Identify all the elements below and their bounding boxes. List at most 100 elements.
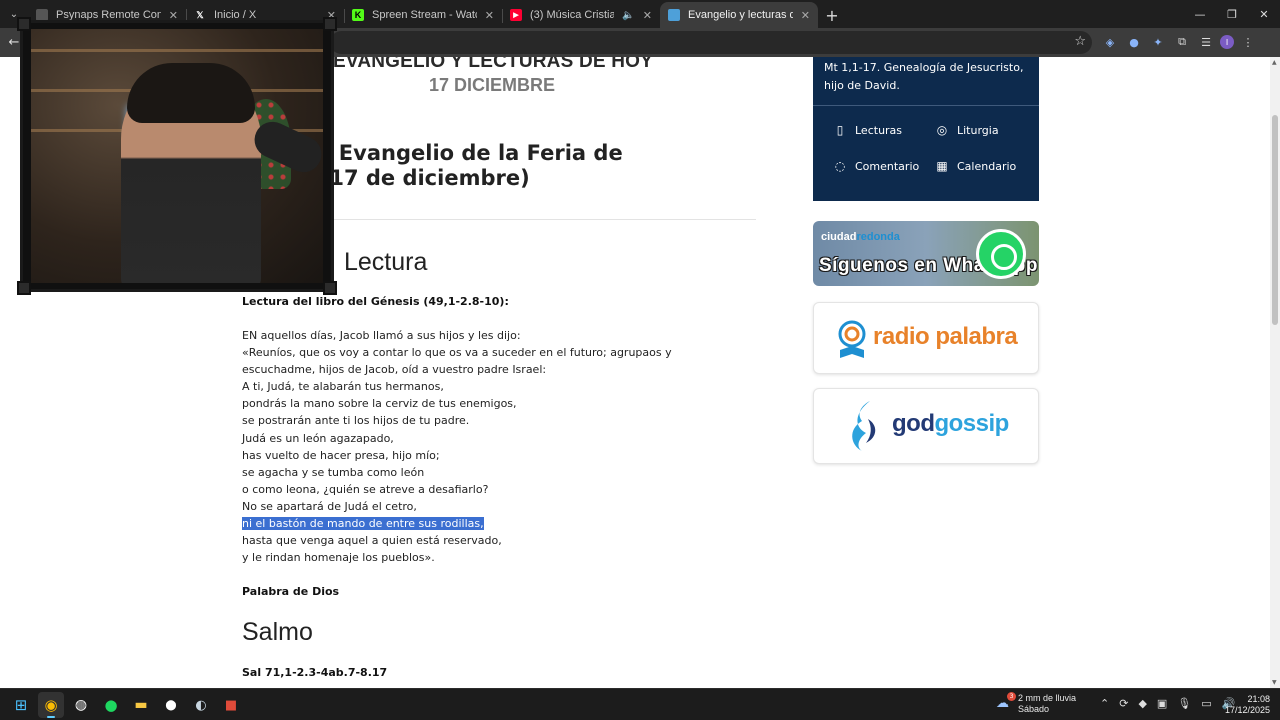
tab-title: Spreen Stream - Watch Live on: [372, 9, 477, 21]
comment-icon: ◌: [834, 159, 846, 173]
tab-youtube[interactable]: ▶ (3) Música Cristiana Instrum 🔈 ✕: [502, 2, 660, 28]
gospel-sidebar-box: Mt 1,1-17. Genealogía de Jesucristo, hij…: [813, 57, 1039, 201]
minimize-icon[interactable]: —: [1184, 0, 1216, 28]
new-tab-button[interactable]: +: [818, 2, 846, 28]
close-icon[interactable]: ✕: [485, 9, 494, 22]
app-icon[interactable]: ⬤: [158, 692, 184, 718]
reading-line: o como leona, ¿quién se atreve a desafia…: [242, 482, 489, 496]
psalm-reference: Sal 71,1-2.3-4ab.7-8.17: [242, 666, 388, 679]
address-bar[interactable]: ☆: [330, 31, 1092, 54]
radio-palabra-text: radio palabra: [873, 323, 1018, 350]
scroll-down-icon[interactable]: ▼: [1272, 679, 1277, 686]
weather-line: 2 mm de lluvia: [1018, 693, 1077, 703]
reading-line: has vuelto de hacer presa, hijo mío;: [242, 448, 440, 462]
page-scrollbar[interactable]: ▲ ▼: [1270, 57, 1280, 688]
weather-widget[interactable]: ☁ 3 2 mm de lluvia Sábado: [996, 692, 1076, 715]
godgossip-logo-icon: [852, 401, 876, 451]
radio-palabra-banner[interactable]: radio palabra: [813, 302, 1039, 374]
display-icon[interactable]: ▭: [1201, 697, 1211, 710]
compass-icon: ◎: [936, 123, 948, 137]
menu-icon[interactable]: ⋮: [1238, 32, 1258, 52]
psalm-heading: Salmo: [242, 618, 313, 646]
tab-evangelio[interactable]: Evangelio y lecturas de hoy - Ci ✕: [660, 2, 818, 28]
gospel-text[interactable]: Mt 1,1-17. Genealogía de Jesucristo, hij…: [824, 59, 1024, 95]
scrollbar-thumb[interactable]: [1272, 115, 1278, 325]
chrome-icon[interactable]: ◉: [38, 692, 64, 718]
rain-icon: ☁ 3: [996, 692, 1016, 712]
tray-app-icon[interactable]: ▣: [1157, 697, 1167, 710]
windows-start-icon[interactable]: ⊞: [8, 692, 34, 718]
sidebar-link-label: Comentario: [855, 159, 920, 173]
extensions-puzzle-icon[interactable]: ⧉: [1172, 32, 1192, 52]
clock-date: 17/12/2025: [1224, 705, 1270, 715]
streamer-hair: [127, 63, 255, 123]
page-title: s y Evangelio de la Feria de o (17 de di…: [298, 141, 658, 191]
weather-text: 2 mm de lluvia Sábado: [1018, 693, 1076, 715]
godgossip-banner[interactable]: godgossip: [813, 388, 1039, 464]
system-tray: ⌃ ⟳ ◆ ▣ 🎙 ▭ 🔊: [1100, 697, 1235, 710]
page-title-line: s y Evangelio de la Feria de: [298, 141, 623, 165]
close-icon[interactable]: ✕: [801, 9, 810, 22]
whatsapp-icon: [976, 229, 1026, 279]
extension-icon[interactable]: ●: [1124, 32, 1144, 52]
reading-line: Judá es un león agazapado,: [242, 431, 394, 445]
reading-line: pondrás la mano sobre la cerviz de tus e…: [242, 397, 517, 411]
reading-line: y le rindan homenaje los pueblos».: [242, 551, 435, 565]
sidebar-link-liturgia[interactable]: ◎ Liturgia: [935, 123, 999, 137]
reading-text: EN aquellos días, Jacob llamó a sus hijo…: [242, 327, 742, 566]
reading-list-icon[interactable]: ☰: [1196, 32, 1216, 52]
frame-corner: [17, 281, 31, 295]
extension-icon[interactable]: ◈: [1100, 32, 1120, 52]
steam-icon[interactable]: ◐: [188, 692, 214, 718]
taskbar-apps: ⊞ ◉ ◍ ● ▬ ⬤ ◐ ■: [8, 692, 244, 718]
reading-line: EN aquellos días, Jacob llamó a sus hijo…: [242, 329, 521, 342]
selected-text[interactable]: ni el bastón de mando de entre sus rodil…: [242, 517, 484, 531]
clock-time: 21:08: [1247, 694, 1270, 704]
sidebar-link-label: Calendario: [957, 159, 1017, 173]
whatsapp-banner[interactable]: ciudadredonda Síguenos en Whatsapp: [813, 221, 1039, 286]
obs-icon[interactable]: ◍: [68, 692, 94, 718]
tab-title: (3) Música Cristiana Instrum: [530, 9, 615, 21]
sidebar-link-comentario[interactable]: ◌ Comentario: [833, 159, 919, 173]
reading-line: se agacha y se tumba como león: [242, 465, 425, 479]
windows-taskbar: ⊞ ◉ ◍ ● ▬ ⬤ ◐ ■ ☁ 3 2 mm de lluvia Sábado…: [0, 688, 1280, 720]
reading-reference: Lectura del libro del Génesis (49,1-2.8-…: [242, 295, 509, 308]
sidebar-link-lecturas[interactable]: ▯ Lecturas: [833, 123, 902, 137]
extension-icon[interactable]: ✦: [1148, 32, 1168, 52]
reading-line: hasta que venga aquel a quien está reser…: [242, 534, 502, 548]
page-title-line: o (17 de diciembre): [298, 166, 530, 190]
godgossip-text: godgossip: [892, 410, 1009, 437]
close-window-icon[interactable]: ✕: [1248, 0, 1280, 28]
scroll-up-icon[interactable]: ▲: [1272, 59, 1277, 66]
sidebar-link-calendario[interactable]: ▦ Calendario: [935, 159, 1016, 173]
frame-corner: [17, 17, 31, 31]
microphone-icon[interactable]: 🎙: [1177, 697, 1191, 710]
extensions-row: ◈ ● ✦ ⧉ ☰ I ⋮: [1100, 32, 1258, 52]
frame-corner: [323, 281, 337, 295]
chevron-up-icon[interactable]: ⌃: [1100, 697, 1109, 710]
reading-line: se postrarán ante ti los hijos de tu pad…: [242, 414, 470, 428]
shelf: [31, 49, 323, 52]
spotify-icon[interactable]: ●: [98, 692, 124, 718]
file-explorer-icon[interactable]: ▬: [128, 692, 154, 718]
page-header-date: 17 DICIEMBRE: [429, 75, 556, 95]
bookmark-star-icon[interactable]: ☆: [1074, 34, 1086, 49]
webcam-overlay: [17, 17, 337, 295]
book-icon: ▯: [836, 123, 844, 137]
youtube-icon: ▶: [510, 9, 522, 21]
selected-text-line[interactable]: ni el bastón de mando de entre sus rodil…: [242, 515, 742, 532]
close-icon[interactable]: ✕: [643, 9, 652, 22]
tray-app-icon[interactable]: ◆: [1138, 697, 1146, 710]
frame-corner: [323, 17, 337, 31]
site-icon: [668, 9, 680, 21]
profile-avatar[interactable]: I: [1220, 35, 1234, 49]
restore-icon[interactable]: ❐: [1216, 0, 1248, 28]
tray-app-icon[interactable]: ⟳: [1119, 697, 1128, 710]
ciudad-redonda-logo: ciudadredonda: [821, 231, 900, 243]
taskbar-clock[interactable]: 21:08 17/12/2025: [1222, 694, 1270, 716]
reading-line: «Reuníos, que os voy a contar lo que os …: [242, 346, 672, 377]
app-icon[interactable]: ■: [218, 692, 244, 718]
tab-kick[interactable]: K Spreen Stream - Watch Live on ✕: [344, 2, 502, 28]
closing-text: Palabra de Dios: [242, 585, 340, 598]
speaker-icon[interactable]: 🔈: [622, 10, 634, 21]
